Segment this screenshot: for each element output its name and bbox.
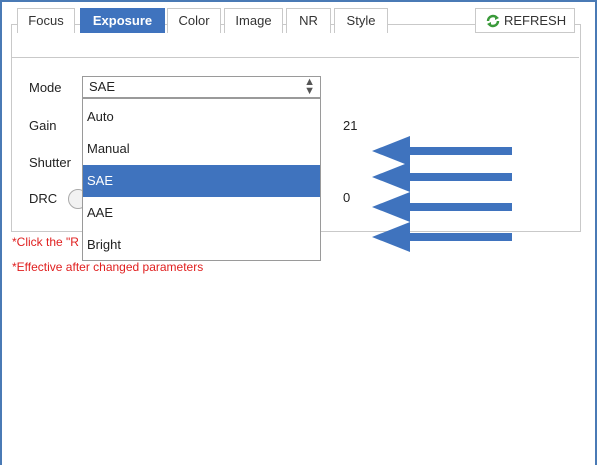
drc-value: 0 [343,190,351,205]
tab-divider [11,57,579,58]
annotation-arrow-icon [372,192,512,222]
select-updown-icon: ▲ ▼ [304,76,315,97]
tab-style-label: Style [346,13,376,28]
annotation-arrow-icon [372,162,512,192]
annotation-arrow-icon [372,222,512,252]
mode-label: Mode [29,80,62,95]
click-refresh-note: *Click the "R [12,235,79,249]
mode-select-value: SAE [89,79,116,94]
tab-color-label: Color [178,13,210,28]
tab-focus[interactable]: Focus [17,8,75,33]
option-auto[interactable]: Auto [83,101,320,133]
tab-style[interactable]: Style [334,8,388,33]
tab-color[interactable]: Color [167,8,221,33]
tab-image-label: Image [235,13,272,28]
refresh-label: REFRESH [504,13,567,28]
tab-nr-label: NR [299,13,318,28]
tab-exposure-label: Exposure [92,13,153,28]
refresh-icon [486,14,500,28]
shutter-label: Shutter [29,155,71,170]
refresh-button[interactable]: REFRESH [475,8,575,33]
mode-select[interactable]: SAE ▲ ▼ [82,76,321,98]
option-manual[interactable]: Manual [83,133,320,165]
option-bright[interactable]: Bright [83,229,320,261]
tab-nr[interactable]: NR [286,8,331,33]
tab-image[interactable]: Image [224,8,283,33]
drc-label: DRC [29,191,58,206]
gain-label: Gain [29,118,57,133]
option-aae[interactable]: AAE [83,197,320,229]
tab-exposure[interactable]: Exposure [80,8,165,33]
gain-value: 21 [343,118,358,133]
mode-dropdown-list: Auto Manual SAE AAE Bright [82,98,321,261]
tab-focus-label: Focus [28,13,64,28]
effective-note: *Effective after changed parameters [12,260,204,274]
option-sae[interactable]: SAE [83,165,320,197]
